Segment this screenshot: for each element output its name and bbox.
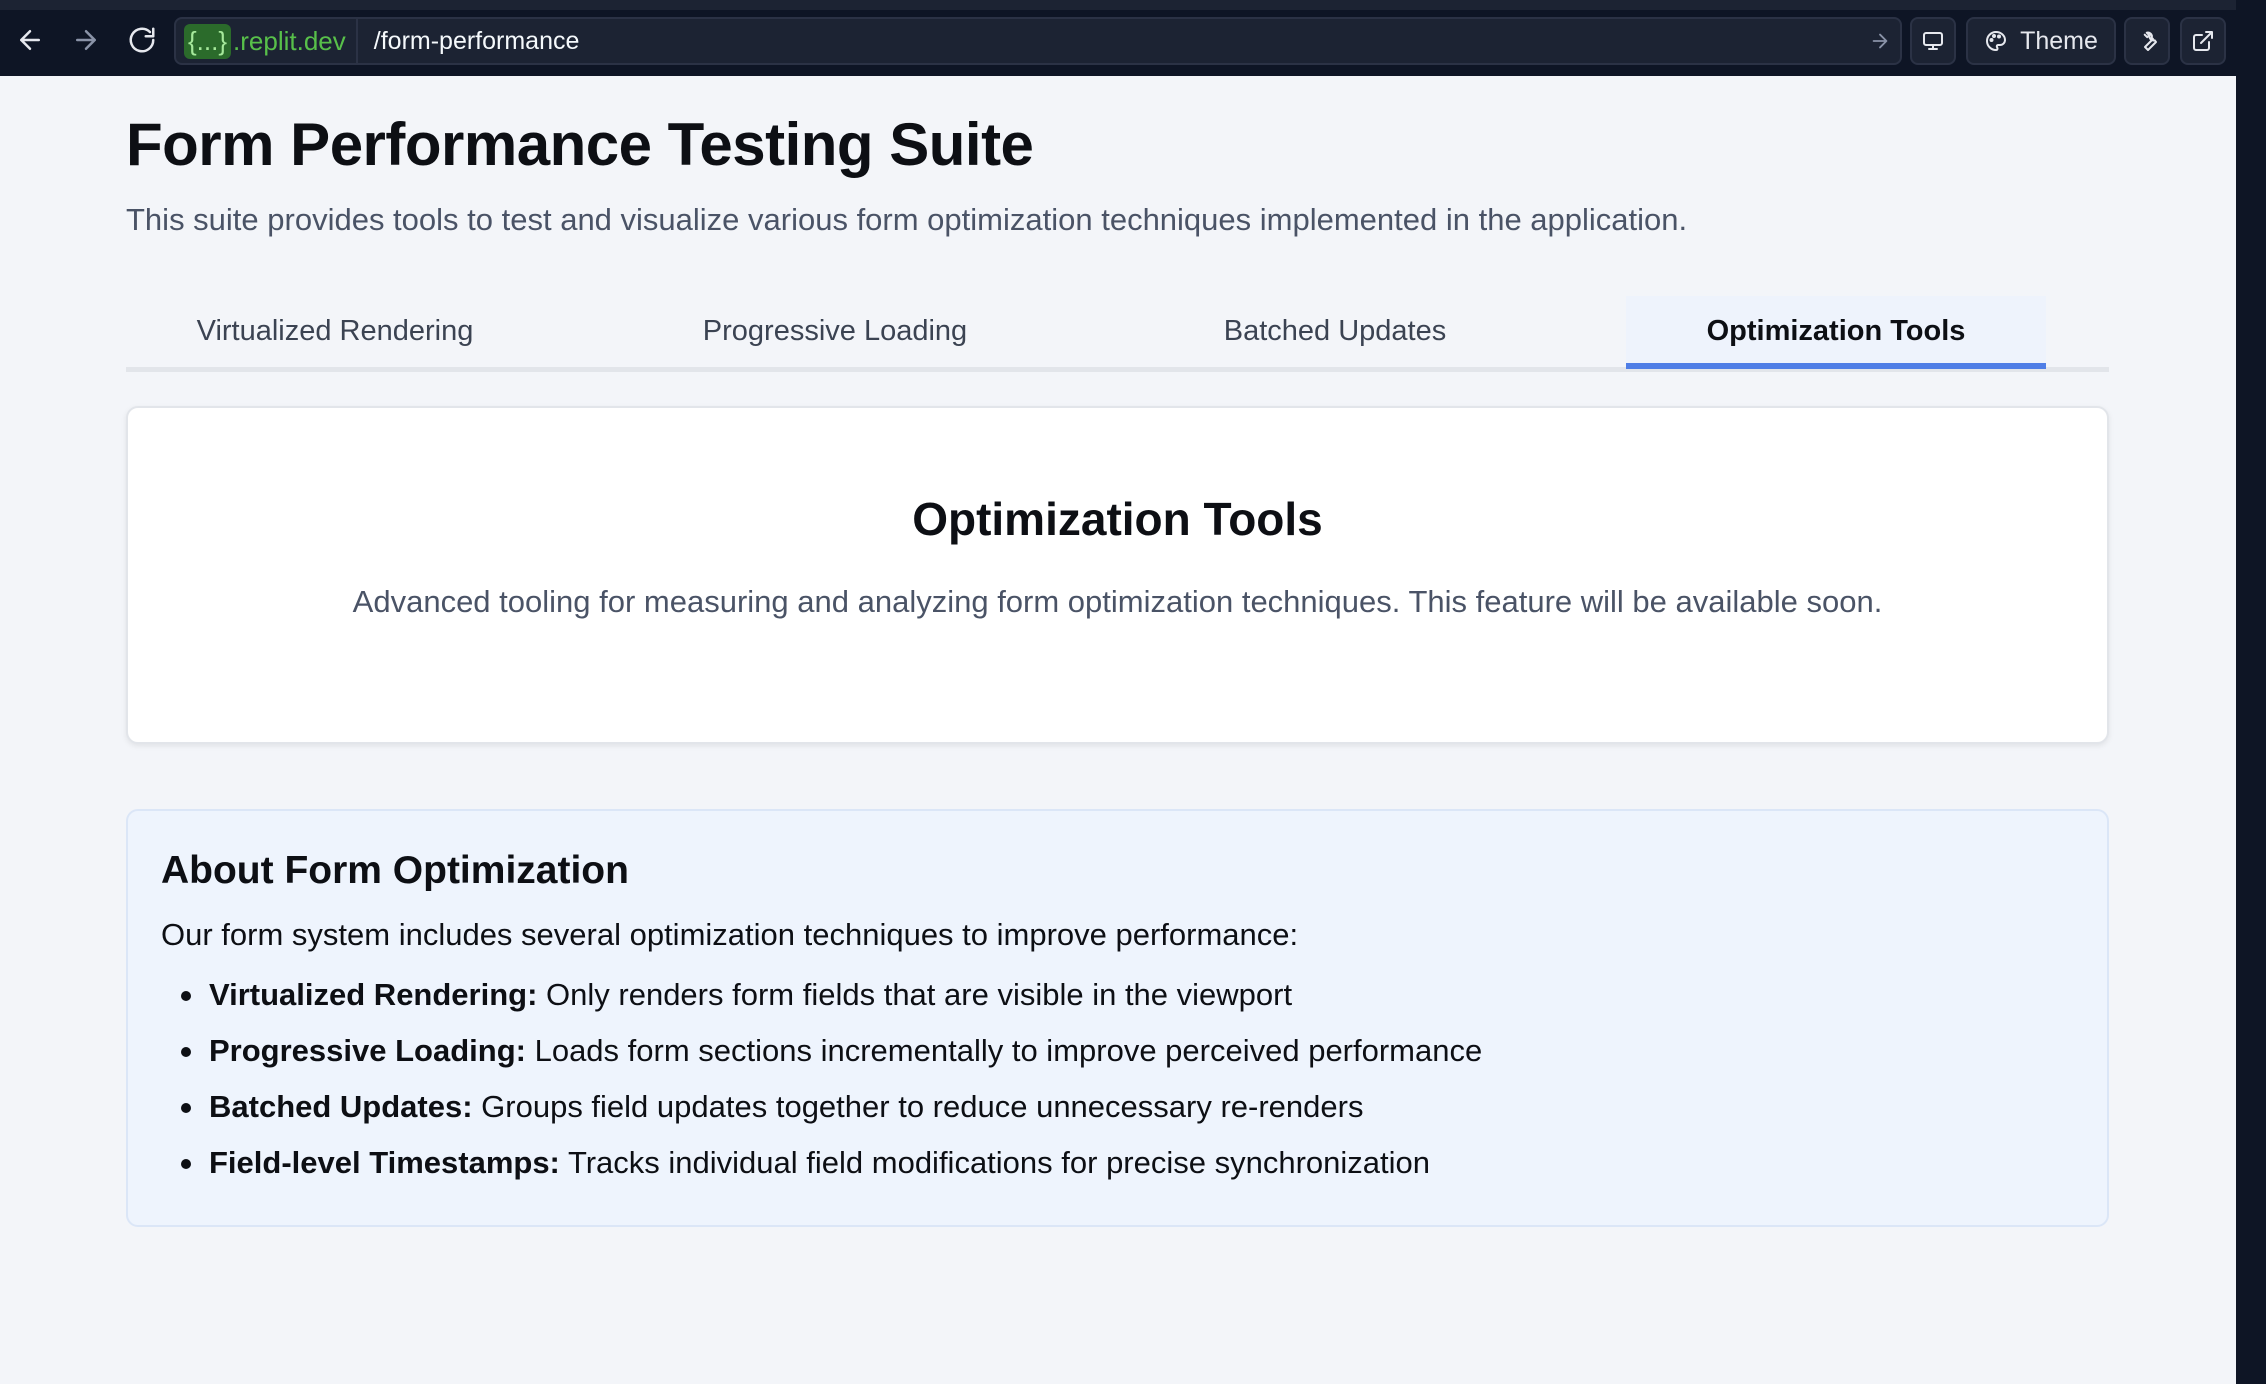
tab-optimization-tools[interactable]: Optimization Tools xyxy=(1626,296,2046,369)
list-item-desc: Only renders form fields that are visibl… xyxy=(537,977,1293,1012)
url-path[interactable]: /form-performance xyxy=(358,27,1860,56)
devices-button[interactable] xyxy=(1910,17,1956,65)
list-item: Batched Updates: Groups field updates to… xyxy=(161,1087,1482,1143)
back-button[interactable] xyxy=(10,18,50,62)
tab-batched-updates[interactable]: Batched Updates xyxy=(1126,296,1544,367)
list-item-term: Virtualized Rendering: xyxy=(209,977,538,1012)
list-item-term: Field-level Timestamps: xyxy=(209,1145,560,1180)
page-viewport: Form Performance Testing Suite This suit… xyxy=(0,76,2236,1384)
about-section: About Form Optimization Our form system … xyxy=(126,809,2109,1227)
optimization-tools-panel: Optimization Tools Advanced tooling for … xyxy=(126,406,2109,744)
forward-button[interactable] xyxy=(66,18,106,62)
external-link-icon xyxy=(2193,31,2213,51)
url-host-domain: .replit.dev xyxy=(233,25,346,56)
arrow-right-icon xyxy=(1872,33,1888,49)
url-host-chip: {...} xyxy=(184,23,232,59)
arrow-right-icon xyxy=(76,30,96,50)
tab-virtualized-rendering[interactable]: Virtualized Rendering xyxy=(126,296,544,367)
theme-label: Theme xyxy=(2020,26,2098,55)
about-heading: About Form Optimization xyxy=(161,849,629,892)
palette-icon xyxy=(1986,31,2007,51)
list-item-term: Progressive Loading: xyxy=(209,1033,526,1068)
tab-progressive-loading[interactable]: Progressive Loading xyxy=(626,296,1044,367)
about-intro: Our form system includes several optimiz… xyxy=(161,917,1299,952)
list-item-desc: Loads form sections incrementally to imp… xyxy=(525,1033,1483,1068)
panel-heading: Optimization Tools xyxy=(912,493,1323,545)
reload-button[interactable] xyxy=(122,18,162,62)
browser-toolbar: {...} .replit.dev /form-performance Them… xyxy=(0,0,2236,76)
wrench-icon xyxy=(2143,31,2157,51)
panel-description: Advanced tooling for measuring and analy… xyxy=(352,584,1883,619)
list-item: Field-level Timestamps: Tracks individua… xyxy=(161,1143,1482,1199)
page-subtitle: This suite provides tools to test and vi… xyxy=(126,202,1688,237)
open-new-tab-button[interactable] xyxy=(2180,17,2226,65)
tab-strip xyxy=(0,0,2236,10)
list-item: Virtualized Rendering: Only renders form… xyxy=(161,975,1482,1031)
go-button[interactable] xyxy=(1860,30,1900,52)
list-item-desc: Groups field updates together to reduce … xyxy=(472,1089,1364,1124)
list-item-term: Batched Updates: xyxy=(209,1089,473,1124)
list-item: Progressive Loading: Loads form sections… xyxy=(161,1031,1482,1087)
monitor-icon xyxy=(1923,32,1943,50)
page-title: Form Performance Testing Suite xyxy=(126,111,1034,178)
list-item-desc: Tracks individual field modifications fo… xyxy=(559,1145,1431,1180)
refresh-icon xyxy=(129,27,155,53)
page-scrollbar[interactable] xyxy=(2236,0,2266,1384)
app-frame: {...} .replit.dev /form-performance Them… xyxy=(0,0,2266,1384)
theme-button[interactable]: Theme xyxy=(1966,17,2116,65)
technique-list: Virtualized Rendering: Only renders form… xyxy=(161,975,1482,1199)
devtools-button[interactable] xyxy=(2124,17,2170,65)
url-host: {...} .replit.dev xyxy=(176,19,358,63)
arrow-left-icon xyxy=(20,30,40,50)
url-bar[interactable]: {...} .replit.dev /form-performance xyxy=(174,17,1902,65)
tab-list: Virtualized Rendering Progressive Loadin… xyxy=(126,296,2109,372)
